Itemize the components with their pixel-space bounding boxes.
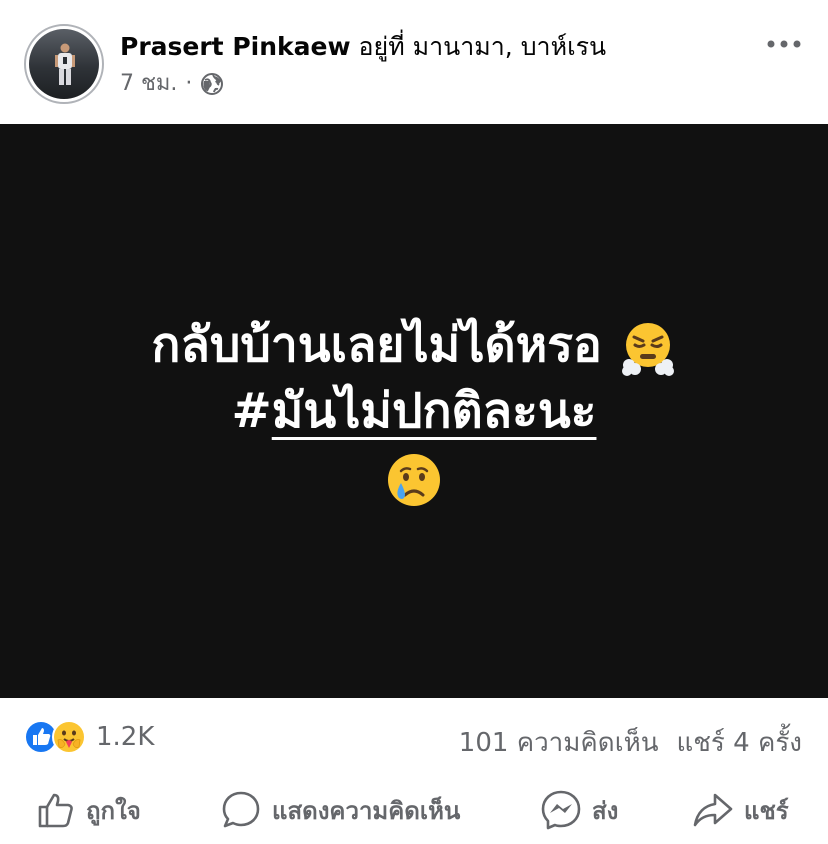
crying-face-icon [388, 454, 440, 506]
meta-separator: · [185, 71, 193, 96]
avatar-person-icon [55, 43, 75, 85]
reactions-summary[interactable]: 1.2K [24, 720, 154, 754]
face-with-steam-from-nose-icon [621, 323, 674, 376]
post-time[interactable]: 7 ชม. [120, 70, 177, 98]
care-icon [52, 720, 86, 754]
post-line-3 [385, 444, 443, 510]
stats-right: 101 ความคิดเห็น แชร์ 4 ครั้ง [459, 722, 802, 763]
send-label: ส่ง [592, 796, 619, 825]
like-label: ถูกใจ [86, 796, 141, 825]
post-stats: 1.2K 101 ความคิดเห็น แชร์ 4 ครั้ง [0, 716, 828, 760]
post-line-1-text: กลับบ้านเลยไม่ได้หรอ [151, 317, 602, 373]
hash-symbol: # [231, 383, 272, 439]
comment-bubble-icon [222, 791, 260, 828]
globe-icon [201, 73, 224, 95]
more-dots-icon [767, 40, 801, 48]
share-arrow-icon [693, 793, 733, 827]
reaction-count: 1.2K [96, 722, 155, 752]
share-label: แชร์ [744, 796, 789, 825]
hashtag-link[interactable]: มันไม่ปกติละนะ [272, 383, 597, 439]
comment-button[interactable]: แสดงความคิดเห็น [220, 784, 460, 836]
author-line: Prasert Pinkaew อยู่ที่ มานามา, บาห์เรน [120, 30, 606, 64]
thumbs-up-icon [38, 793, 73, 828]
author-avatar[interactable] [24, 24, 104, 104]
author-name[interactable]: Prasert Pinkaew [120, 32, 351, 61]
post-header: Prasert Pinkaew อยู่ที่ มานามา, บาห์เรน … [0, 0, 828, 124]
share-count-link[interactable]: แชร์ 4 ครั้ง [677, 722, 803, 763]
post-meta: 7 ชม. · [120, 70, 224, 98]
post-line-2: #มันไม่ปกติละนะ [232, 378, 597, 444]
action-bar: ถูกใจ แสดงความคิดเห็น ส่ง แชร์ [0, 784, 828, 836]
post-media[interactable]: กลับบ้านเลยไม่ได้หรอ #มันไม่ปกติละนะ [0, 124, 828, 698]
location-text[interactable]: อยู่ที่ มานามา, บาห์เรน [359, 32, 607, 61]
comment-label: แสดงความคิดเห็น [272, 796, 461, 825]
post-line-1: กลับบ้านเลยไม่ได้หรอ [151, 312, 676, 378]
messenger-icon [541, 790, 581, 830]
like-button[interactable]: ถูกใจ [36, 784, 141, 836]
send-button[interactable]: ส่ง [540, 784, 618, 836]
comment-count-link[interactable]: 101 ความคิดเห็น [459, 722, 659, 763]
more-options-button[interactable] [760, 30, 808, 58]
share-button[interactable]: แชร์ [692, 784, 789, 836]
